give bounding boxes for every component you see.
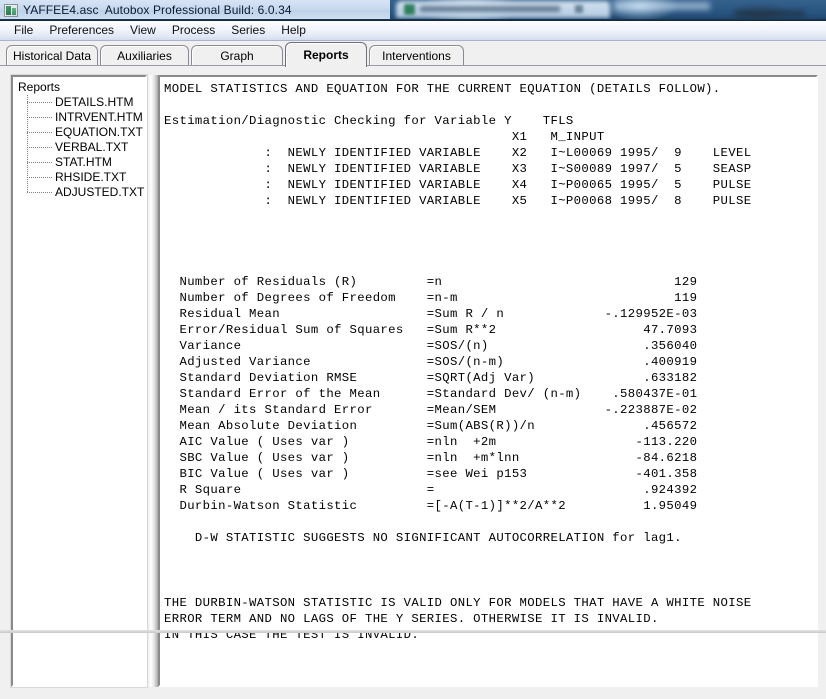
menu-item-preferences[interactable]: Preferences — [41, 22, 122, 39]
autobox-application-window: YAFFEE4.asc Autobox Professional Build: … — [0, 0, 826, 699]
tab-strip: Historical Data Auxiliaries Graph Report… — [0, 42, 826, 67]
menu-item-process[interactable]: Process — [164, 22, 223, 39]
pane-splitter[interactable] — [149, 75, 158, 687]
tab-historical-data[interactable]: Historical Data — [6, 45, 98, 66]
workspace: Reports DETAILS.HTM INTRVENT.HTM EQUATIO… — [0, 66, 826, 699]
tab-reports[interactable]: Reports — [285, 42, 367, 67]
tree-item-stat-htm[interactable]: STAT.HTM — [24, 155, 145, 170]
tree-item-verbal-txt[interactable]: VERBAL.TXT — [24, 140, 145, 155]
tree-children: DETAILS.HTM INTRVENT.HTM EQUATION.TXT VE… — [24, 95, 145, 200]
tab-graph[interactable]: Graph — [191, 45, 283, 66]
background-favicon-icon — [404, 4, 415, 15]
menu-bar: File Preferences View Process Series Hel… — [0, 21, 826, 41]
reports-tree: Reports DETAILS.HTM INTRVENT.HTM EQUATIO… — [13, 77, 145, 685]
window-title: YAFFEE4.asc Autobox Professional Build: … — [23, 3, 292, 17]
tab-auxiliaries[interactable]: Auxiliaries — [100, 45, 189, 66]
tree-item-equation-txt[interactable]: EQUATION.TXT — [24, 125, 145, 140]
background-close-icon — [575, 5, 583, 13]
menu-item-series[interactable]: Series — [223, 22, 273, 39]
window-bottom-edge — [0, 630, 826, 633]
background-tab-title — [420, 6, 560, 12]
menu-item-help[interactable]: Help — [273, 22, 314, 39]
title-bar: YAFFEE4.asc Autobox Professional Build: … — [0, 0, 390, 20]
tree-item-adjusted-txt[interactable]: ADJUSTED.TXT — [24, 185, 145, 200]
tab-interventions[interactable]: Interventions — [369, 45, 464, 66]
report-output-pane[interactable]: MODEL STATISTICS AND EQUATION FOR THE CU… — [158, 75, 818, 687]
application-window-icon — [4, 3, 18, 17]
menu-item-file[interactable]: File — [6, 22, 41, 39]
report-body-text: MODEL STATISTICS AND EQUATION FOR THE CU… — [164, 82, 752, 642]
tree-item-intrvent-htm[interactable]: INTRVENT.HTM — [24, 110, 145, 125]
background-blur-strip-b — [735, 10, 805, 17]
menu-item-view[interactable]: View — [122, 22, 164, 39]
tree-item-details-htm[interactable]: DETAILS.HTM — [24, 95, 145, 110]
reports-tree-pane: Reports DETAILS.HTM INTRVENT.HTM EQUATIO… — [10, 74, 148, 688]
tree-root-reports[interactable]: Reports — [16, 80, 145, 95]
background-blur-strip-a — [615, 2, 710, 10]
tree-item-rhside-txt[interactable]: RHSIDE.TXT — [24, 170, 145, 185]
